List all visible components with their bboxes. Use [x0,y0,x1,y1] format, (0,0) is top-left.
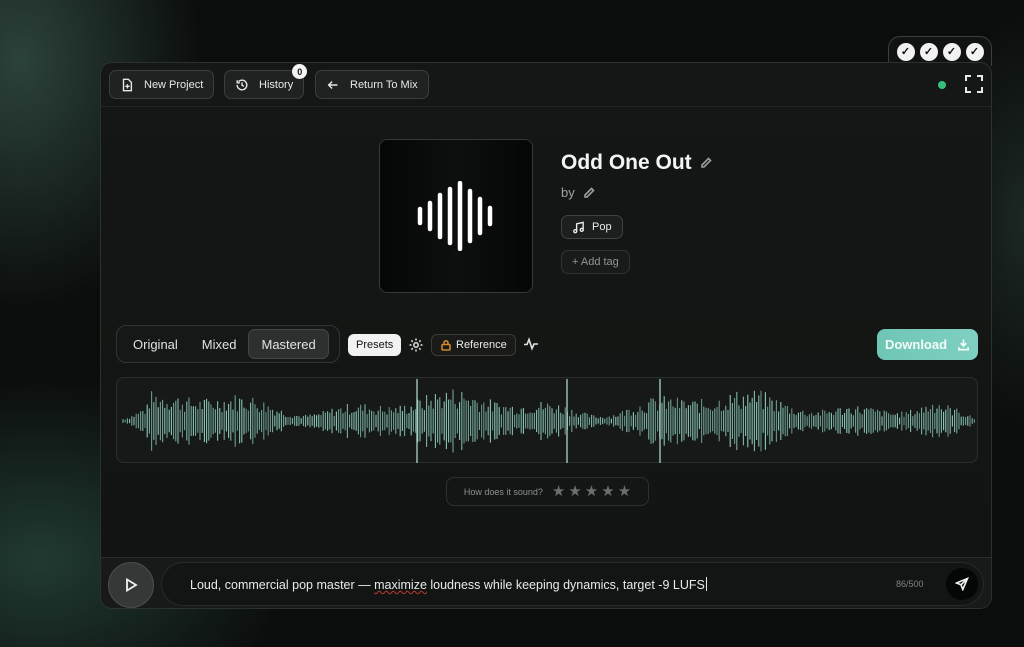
star-icon[interactable]: ★ [601,484,614,499]
prompt-text-misspelled: maximize [374,578,427,592]
by-label: by [561,185,575,200]
version-switcher: Original Mixed Mastered [116,325,340,363]
analysis-button[interactable] [523,336,539,352]
check-icon: ✓ [919,42,938,61]
history-button[interactable]: History 0 [224,64,308,99]
edit-artist-icon[interactable] [583,186,595,199]
file-plus-icon [122,78,133,91]
bottom-bar: Loud, commercial pop master — maximize l… [101,557,991,608]
settings-button[interactable] [408,337,424,353]
rating-stars: ★ ★ ★ ★ ★ [552,484,631,499]
character-counter: 86/500 [896,579,924,589]
soundwave-logo-icon [417,181,493,251]
play-button[interactable] [108,562,154,608]
send-button[interactable] [946,568,978,600]
prompt-text-end: loudness while keeping dynamics, target … [426,578,705,592]
star-icon[interactable]: ★ [618,484,631,499]
waveform [122,379,975,463]
prompt-text-start: Loud, commercial pop master — [190,578,375,592]
song-title[interactable]: Odd One Out [561,151,712,175]
music-note-icon [573,221,584,233]
fullscreen-button[interactable] [964,74,984,94]
tab-mixed[interactable]: Mixed [190,329,249,359]
waveform-display[interactable] [116,377,978,463]
add-tag-label: + Add tag [572,256,619,268]
genre-tag[interactable]: Pop [561,215,623,239]
history-icon [236,78,248,90]
history-label: History [259,78,294,91]
star-icon[interactable]: ★ [552,484,565,499]
text-caret [705,577,707,591]
top-bar: New Project History 0 Return To Mix [101,63,991,107]
edit-title-icon[interactable] [700,157,712,169]
fullscreen-icon [965,75,983,93]
history-count-badge: 0 [292,64,308,79]
rating-question: How does it sound? [463,486,543,497]
check-icon: ✓ [942,42,961,61]
online-status-dot [938,81,946,89]
genre-tag-label: Pop [592,221,612,233]
prompt-input[interactable]: Loud, commercial pop master — maximize l… [161,562,984,606]
pulse-icon [524,337,538,351]
prompt-text: Loud, commercial pop master — maximize l… [190,577,707,592]
song-title-text: Odd One Out [561,151,692,174]
tab-mastered[interactable]: Mastered [248,329,329,359]
new-project-label: New Project [144,78,204,91]
lock-icon [441,340,451,351]
play-icon [126,577,138,593]
star-icon[interactable]: ★ [585,484,598,499]
check-icon: ✓ [896,42,915,61]
return-to-mix-button[interactable]: Return To Mix [315,70,429,99]
presets-button[interactable]: Presets [348,334,402,356]
return-to-mix-label: Return To Mix [350,78,418,91]
send-icon [955,577,969,591]
reference-button[interactable]: Reference [431,334,516,356]
download-icon [958,339,970,351]
album-cover [379,139,533,293]
new-project-button[interactable]: New Project [109,70,215,99]
rating-widget: How does it sound? ★ ★ ★ ★ ★ [446,477,649,506]
add-tag-button[interactable]: + Add tag [561,250,630,274]
arrow-left-icon [327,80,338,89]
mastering-window: New Project History 0 Return To Mix Odd … [100,62,992,609]
reference-label: Reference [456,339,507,351]
check-icon: ✓ [965,42,984,61]
star-icon[interactable]: ★ [568,484,581,499]
tab-original[interactable]: Original [121,329,190,359]
download-label: Download [884,337,948,352]
artist-row[interactable]: by [561,185,595,200]
download-button[interactable]: Download [877,329,978,360]
gear-icon [409,338,423,352]
